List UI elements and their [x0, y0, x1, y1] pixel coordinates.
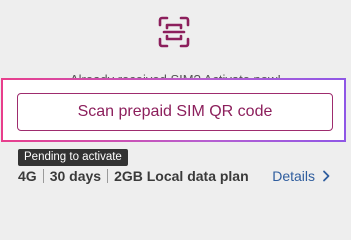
scan-qr-button[interactable]: Scan prepaid SIM QR code [17, 93, 333, 131]
qr-scan-icon [158, 16, 190, 48]
sim-activation-card: Already received SIM? Activate now! Scan… [0, 0, 351, 208]
details-label: Details [272, 168, 315, 184]
plan-divider [42, 169, 44, 183]
plan-divider [107, 169, 109, 183]
plan-duration: 30 days [49, 168, 102, 184]
plan-summary: 4G 30 days 2GB Local data plan [18, 168, 249, 184]
plan-data: 2GB Local data plan [114, 168, 249, 184]
status-badge: Pending to activate [18, 149, 128, 166]
details-link[interactable]: Details [272, 168, 331, 184]
chevron-right-icon [323, 170, 330, 182]
plan-network: 4G [18, 168, 37, 184]
